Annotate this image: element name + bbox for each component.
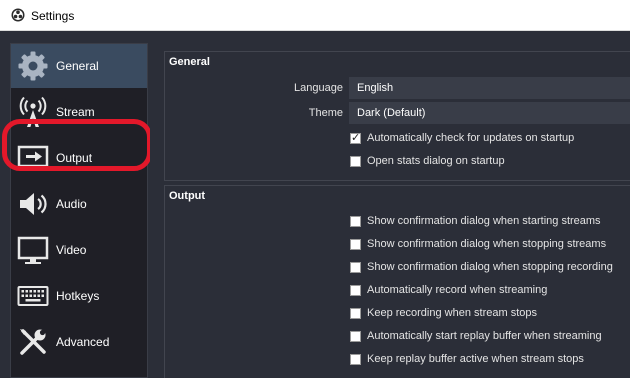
sidebar-item-label: Advanced [56,335,110,349]
sidebar-item-advanced[interactable]: Advanced [11,320,147,364]
checkbox-checked[interactable] [350,131,361,144]
checkbox-unchecked[interactable] [350,285,361,296]
general-group-title: General [169,56,210,68]
sidebar-item-label: Audio [56,197,87,211]
sidebar-item-label: Stream [56,105,95,119]
option-label: Keep recording when stream stops [367,307,537,319]
sidebar-item-label: Hotkeys [56,289,100,303]
theme-select[interactable]: Dark (Default) [349,102,630,124]
checkbox-unchecked[interactable] [350,262,361,273]
checkbox-unchecked[interactable] [350,308,361,319]
window-title: Settings [31,9,75,23]
monitor-icon [17,236,49,264]
tools-icon [20,329,46,355]
language-label: Language [294,82,343,94]
checkbox-unchecked[interactable] [350,156,361,167]
sidebar-item-hotkeys[interactable]: Hotkeys [11,274,147,318]
option-label: Automatically record when streaming [367,284,548,296]
highlight-annotation [2,119,152,171]
output-group-title: Output [169,190,206,202]
obs-logo-icon [11,8,25,22]
theme-label: Theme [308,107,343,119]
option-label: Show confirmation dialog when stopping s… [367,238,607,250]
checkbox-unchecked[interactable] [350,331,361,342]
option-label: Show confirmation dialog when starting s… [367,215,601,227]
settings-sidebar: General Stream Output Audio Video Hotkey… [10,43,148,378]
sidebar-item-audio[interactable]: Audio [11,182,147,226]
option-label: Keep replay buffer active when stream st… [367,353,584,365]
keyboard-icon [17,286,49,306]
title-bar: Settings [0,0,630,31]
settings-content: General Language English Theme Dark (Def… [150,43,630,378]
option-label: Automatically start replay buffer when s… [367,330,602,342]
open-stats-label: Open stats dialog on startup [367,155,505,167]
option-label: Show confirmation dialog when stopping r… [367,261,613,273]
sidebar-item-general[interactable]: General [11,44,147,88]
sidebar-item-video[interactable]: Video [11,228,147,272]
sidebar-item-label: General [56,59,99,73]
checkbox-unchecked[interactable] [350,216,361,227]
checkbox-unchecked[interactable] [350,354,361,365]
general-group: General Language English Theme Dark (Def… [164,51,630,181]
checkbox-unchecked[interactable] [350,239,361,250]
gear-icon [18,51,48,81]
check-updates-label: Automatically check for updates on start… [367,132,575,144]
output-group: Output Show confirmation dialog when sta… [164,185,630,378]
speaker-icon [20,193,47,215]
sidebar-item-label: Video [56,243,87,257]
settings-window: General Stream Output Audio Video Hotkey… [0,31,630,378]
language-select[interactable]: English [349,77,630,99]
